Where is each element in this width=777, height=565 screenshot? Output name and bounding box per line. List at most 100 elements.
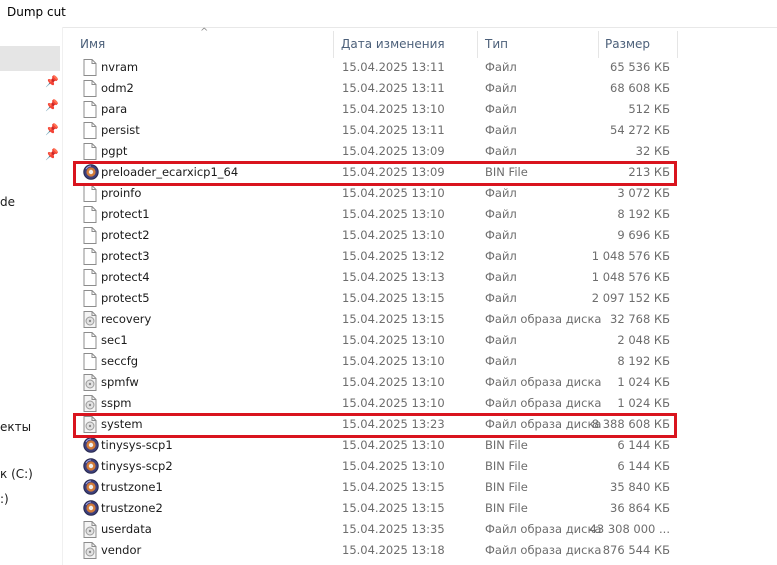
file-row[interactable]: userdata 15.04.2025 13:35 Файл образа диск… (63, 519, 777, 540)
disk-image-icon (83, 542, 97, 559)
file-type: Файл образа диска (485, 522, 602, 536)
file-row[interactable]: protect4 15.04.2025 13:13 Файл 1 048 576 КБ (63, 267, 777, 288)
file-type: Файл (485, 123, 517, 137)
column-header-name[interactable]: Имя (80, 37, 105, 51)
file-size: 1 048 576 КБ (591, 249, 670, 263)
column-divider[interactable] (333, 31, 334, 58)
file-size: 54 272 КБ (610, 123, 670, 137)
column-divider[interactable] (598, 31, 599, 58)
disk-image-icon (83, 374, 97, 391)
generic-file-icon (83, 101, 97, 118)
file-date-modified: 15.04.2025 13:35 (342, 522, 445, 536)
column-header-date[interactable]: Дата изменения (341, 37, 445, 51)
generic-file-icon (83, 122, 97, 139)
file-type: Файл (485, 102, 517, 116)
file-row[interactable]: odm2 15.04.2025 13:11 Файл 68 608 КБ (63, 78, 777, 99)
file-row[interactable]: persist 15.04.2025 13:11 Файл 54 272 КБ (63, 120, 777, 141)
file-name: odm2 (101, 81, 134, 95)
nav-item-fragment[interactable]: de (0, 195, 15, 209)
bin-file-icon (83, 479, 99, 496)
file-row[interactable]: nvram 15.04.2025 13:11 Файл 65 536 КБ (63, 57, 777, 78)
file-row[interactable]: tinysys-scp1 15.04.2025 13:10 BIN File 6 14… (63, 435, 777, 456)
disk-image-icon (83, 521, 97, 538)
pin-icon[interactable]: 📌 (45, 124, 59, 136)
generic-file-icon (83, 59, 97, 76)
file-type: BIN File (485, 480, 528, 494)
file-name: trustzone2 (101, 501, 163, 515)
file-size: 68 608 КБ (610, 81, 670, 95)
file-date-modified: 15.04.2025 13:10 (342, 228, 445, 242)
file-row[interactable]: trustzone2 15.04.2025 13:15 BIN File 36 864… (63, 498, 777, 519)
generic-file-icon (83, 248, 97, 265)
file-name: trustzone1 (101, 480, 163, 494)
file-row[interactable]: sec1 15.04.2025 13:10 Файл 2 048 КБ (63, 330, 777, 351)
nav-item-fragment[interactable]: :) (0, 492, 9, 506)
file-date-modified: 15.04.2025 13:18 (342, 543, 445, 557)
nav-selected-item[interactable] (0, 46, 60, 71)
file-row[interactable]: seccfg 15.04.2025 13:10 Файл 8 192 КБ (63, 351, 777, 372)
file-name: proinfo (101, 186, 142, 200)
file-name: userdata (101, 522, 152, 536)
file-size: 6 144 КБ (617, 459, 670, 473)
file-row[interactable]: protect1 15.04.2025 13:10 Файл 8 192 КБ (63, 204, 777, 225)
file-name: persist (101, 123, 140, 137)
file-row[interactable]: proinfo 15.04.2025 13:10 Файл 3 072 КБ (63, 183, 777, 204)
column-divider[interactable] (477, 31, 478, 58)
file-row[interactable]: sspm 15.04.2025 13:10 Файл образа диска 1 0… (63, 393, 777, 414)
file-size: 9 696 КБ (617, 228, 670, 242)
file-date-modified: 15.04.2025 13:11 (342, 123, 445, 137)
file-row[interactable]: spmfw 15.04.2025 13:10 Файл образа диска 1 … (63, 372, 777, 393)
pin-icon[interactable]: 📌 (45, 100, 59, 112)
file-name: tinysys-scp1 (101, 438, 173, 452)
file-size: 32 768 КБ (610, 312, 670, 326)
column-divider[interactable] (677, 31, 678, 58)
file-type: Файл (485, 249, 517, 263)
file-size: 32 КБ (635, 144, 670, 158)
file-date-modified: 15.04.2025 13:15 (342, 501, 445, 515)
file-date-modified: 15.04.2025 13:11 (342, 81, 445, 95)
file-row[interactable]: vendor 15.04.2025 13:18 Файл образа диска 8… (63, 540, 777, 561)
column-header-size[interactable]: Размер (605, 37, 650, 51)
file-type: Файл (485, 333, 517, 347)
file-size: 8 192 КБ (617, 354, 670, 368)
file-name: sspm (101, 396, 132, 410)
file-type: Файл (485, 186, 517, 200)
file-date-modified: 15.04.2025 13:10 (342, 354, 445, 368)
generic-file-icon (83, 143, 97, 160)
file-date-modified: 15.04.2025 13:13 (342, 270, 445, 284)
file-row[interactable]: para 15.04.2025 13:10 Файл 512 КБ (63, 99, 777, 120)
file-row[interactable]: pgpt 15.04.2025 13:09 Файл 32 КБ (63, 141, 777, 162)
column-header-type[interactable]: Тип (485, 37, 508, 51)
generic-file-icon (83, 185, 97, 202)
generic-file-icon (83, 290, 97, 307)
pin-icon[interactable]: 📌 (45, 149, 59, 161)
nav-item-fragment[interactable]: к (C:) (0, 467, 33, 481)
file-row[interactable]: trustzone1 15.04.2025 13:15 BIN File 35 840… (63, 477, 777, 498)
file-size: 1 024 КБ (617, 396, 670, 410)
pin-icon[interactable]: 📌 (45, 76, 59, 88)
file-row[interactable]: protect3 15.04.2025 13:12 Файл 1 048 576 КБ (63, 246, 777, 267)
file-size: 1 048 576 КБ (591, 270, 670, 284)
file-type: Файл (485, 291, 517, 305)
nav-item-fragment[interactable]: екты (0, 420, 31, 434)
file-name: protect3 (101, 249, 150, 263)
file-row[interactable]: recovery 15.04.2025 13:15 Файл образа диск… (63, 309, 777, 330)
file-size: 2 048 КБ (617, 333, 670, 347)
file-date-modified: 15.04.2025 13:10 (342, 375, 445, 389)
file-name: tinysys-scp2 (101, 459, 173, 473)
file-row[interactable]: protect2 15.04.2025 13:10 Файл 9 696 КБ (63, 225, 777, 246)
file-type: Файл (485, 60, 517, 74)
file-size: 876 544 КБ (602, 543, 670, 557)
file-size: 6 144 КБ (617, 438, 670, 452)
file-row[interactable]: tinysys-scp2 15.04.2025 13:10 BIN File 6 14… (63, 456, 777, 477)
file-type: Файл (485, 144, 517, 158)
file-date-modified: 15.04.2025 13:10 (342, 438, 445, 452)
file-size: 512 КБ (628, 102, 670, 116)
file-type: Файл (485, 270, 517, 284)
file-date-modified: 15.04.2025 13:12 (342, 249, 445, 263)
file-size: 2 097 152 КБ (591, 291, 670, 305)
generic-file-icon (83, 206, 97, 223)
disk-image-icon (83, 395, 97, 412)
file-date-modified: 15.04.2025 13:10 (342, 333, 445, 347)
file-row[interactable]: protect5 15.04.2025 13:15 Файл 2 097 152 КБ (63, 288, 777, 309)
